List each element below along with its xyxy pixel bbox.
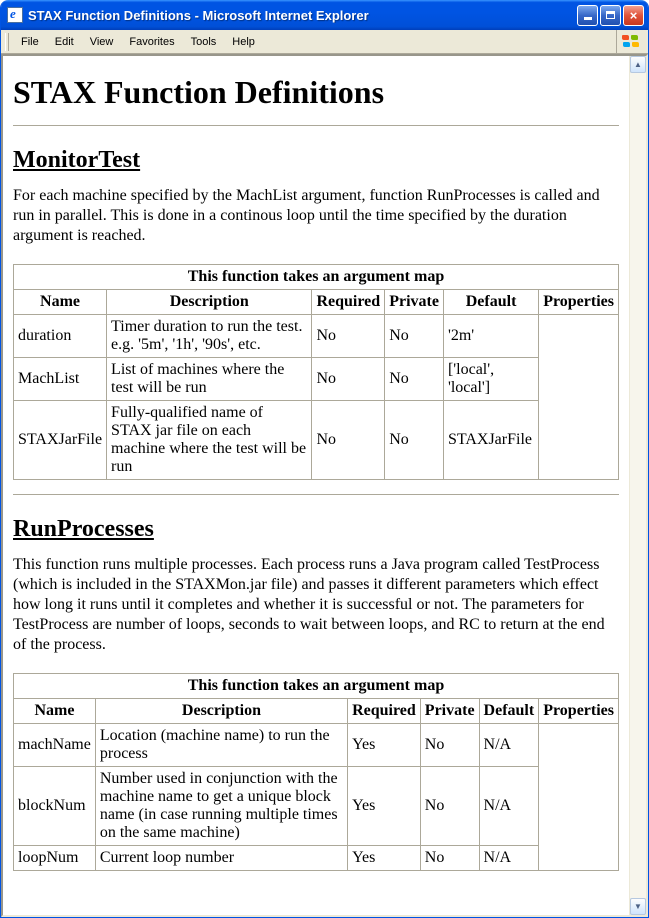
content-area: STAX Function Definitions MonitorTest Fo… — [1, 54, 648, 917]
table-row: STAXJarFile Fully-qualified name of STAX… — [14, 401, 619, 480]
divider — [13, 494, 619, 496]
cell-private: No — [420, 846, 479, 871]
cell-description: Fully-qualified name of STAX jar file on… — [107, 401, 312, 480]
cell-properties — [539, 724, 619, 871]
menu-edit[interactable]: Edit — [47, 33, 82, 51]
cell-required: Yes — [348, 846, 421, 871]
cell-default: STAXJarFile — [443, 401, 538, 480]
cell-private: No — [385, 315, 444, 358]
col-description: Description — [95, 699, 347, 724]
cell-required: No — [312, 315, 385, 358]
cell-default: N/A — [479, 846, 539, 871]
maximize-button[interactable] — [600, 5, 621, 26]
close-button[interactable]: × — [623, 5, 644, 26]
table-row: MachList List of machines where the test… — [14, 358, 619, 401]
col-description: Description — [107, 290, 312, 315]
menubar-grip[interactable] — [5, 33, 9, 51]
section-description: This function runs multiple processes. E… — [13, 555, 619, 655]
minimize-button[interactable] — [577, 5, 598, 26]
cell-description: Location (machine name) to run the proce… — [95, 724, 347, 767]
cell-required: Yes — [348, 724, 421, 767]
page-content: STAX Function Definitions MonitorTest Fo… — [3, 56, 629, 915]
col-default: Default — [443, 290, 538, 315]
col-default: Default — [479, 699, 539, 724]
col-private: Private — [420, 699, 479, 724]
cell-private: No — [385, 401, 444, 480]
col-name: Name — [14, 290, 107, 315]
cell-name: duration — [14, 315, 107, 358]
cell-required: Yes — [348, 767, 421, 846]
cell-default: N/A — [479, 724, 539, 767]
menu-tools[interactable]: Tools — [183, 33, 225, 51]
window-controls: × — [577, 5, 644, 26]
table-row: duration Timer duration to run the test.… — [14, 315, 619, 358]
cell-name: machName — [14, 724, 96, 767]
cell-name: MachList — [14, 358, 107, 401]
arg-table-runprocesses: This function takes an argument map Name… — [13, 673, 619, 871]
cell-default: ['local', 'local'] — [443, 358, 538, 401]
menubar: File Edit View Favorites Tools Help — [1, 30, 648, 54]
menu-favorites[interactable]: Favorites — [121, 33, 182, 51]
cell-description: Number used in conjunction with the mach… — [95, 767, 347, 846]
ie-throbber — [616, 30, 644, 54]
windows-logo-icon — [622, 35, 640, 49]
col-properties: Properties — [539, 290, 619, 315]
cell-description: Timer duration to run the test. e.g. '5m… — [107, 315, 312, 358]
cell-required: No — [312, 358, 385, 401]
menu-view[interactable]: View — [82, 33, 122, 51]
browser-window: STAX Function Definitions - Microsoft In… — [0, 0, 649, 918]
table-row: loopNum Current loop number Yes No N/A — [14, 846, 619, 871]
table-caption-row: This function takes an argument map — [14, 674, 619, 699]
col-properties: Properties — [539, 699, 619, 724]
cell-private: No — [385, 358, 444, 401]
section-heading-monitortest: MonitorTest — [13, 147, 619, 174]
table-caption: This function takes an argument map — [14, 674, 619, 699]
cell-description: List of machines where the test will be … — [107, 358, 312, 401]
scroll-track[interactable] — [630, 73, 646, 898]
menu-help[interactable]: Help — [224, 33, 263, 51]
arg-table-monitortest: This function takes an argument map Name… — [13, 264, 619, 480]
cell-name: loopNum — [14, 846, 96, 871]
col-name: Name — [14, 699, 96, 724]
cell-default: '2m' — [443, 315, 538, 358]
ie-icon — [7, 7, 23, 23]
cell-private: No — [420, 767, 479, 846]
menu-file[interactable]: File — [13, 33, 47, 51]
table-row: blockNum Number used in conjunction with… — [14, 767, 619, 846]
table-header-row: Name Description Required Private Defaul… — [14, 699, 619, 724]
window-title: STAX Function Definitions - Microsoft In… — [28, 8, 577, 23]
cell-name: STAXJarFile — [14, 401, 107, 480]
table-header-row: Name Description Required Private Defaul… — [14, 290, 619, 315]
col-required: Required — [312, 290, 385, 315]
cell-name: blockNum — [14, 767, 96, 846]
section-description: For each machine specified by the MachLi… — [13, 186, 619, 246]
page-title: STAX Function Definitions — [13, 74, 619, 111]
cell-required: No — [312, 401, 385, 480]
table-caption: This function takes an argument map — [14, 265, 619, 290]
scroll-down-button[interactable]: ▼ — [630, 898, 646, 915]
cell-default: N/A — [479, 767, 539, 846]
col-private: Private — [385, 290, 444, 315]
section-heading-runprocesses: RunProcesses — [13, 516, 619, 543]
col-required: Required — [348, 699, 421, 724]
titlebar[interactable]: STAX Function Definitions - Microsoft In… — [1, 0, 648, 30]
cell-private: No — [420, 724, 479, 767]
cell-description: Current loop number — [95, 846, 347, 871]
table-row: machName Location (machine name) to run … — [14, 724, 619, 767]
table-caption-row: This function takes an argument map — [14, 265, 619, 290]
divider — [13, 125, 619, 127]
vertical-scrollbar[interactable]: ▲ ▼ — [629, 56, 646, 915]
scroll-up-button[interactable]: ▲ — [630, 56, 646, 73]
cell-properties — [539, 315, 619, 480]
